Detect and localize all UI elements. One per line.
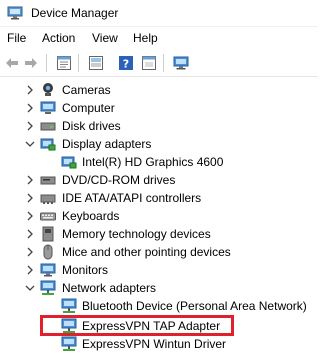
chevron-right-icon[interactable] xyxy=(24,190,36,206)
tree-item-label: Intel(R) HD Graphics 4600 xyxy=(82,155,224,169)
highlight-box xyxy=(40,315,234,336)
computer-icon xyxy=(40,101,56,114)
tree-item-monitors[interactable]: Monitors xyxy=(0,261,318,279)
chevron-right-icon[interactable] xyxy=(24,82,36,98)
chevron-down-icon[interactable] xyxy=(24,136,36,152)
tree-item-label: Keyboards xyxy=(62,209,120,223)
tree-item-label: ExpressVPN Wintun Driver xyxy=(82,337,227,351)
keyboard-icon xyxy=(40,212,56,221)
computer-scan-icon[interactable] xyxy=(173,55,189,71)
chevron-right-icon[interactable] xyxy=(24,172,36,188)
tree-item-expressvpn-wintun[interactable]: ExpressVPN Wintun Driver xyxy=(0,335,318,353)
chevron-right-icon[interactable] xyxy=(24,100,36,116)
menu-bar: File Action View Help xyxy=(0,27,318,49)
toolbar-separator xyxy=(46,54,47,72)
tree-item-label: Mice and other pointing devices xyxy=(62,245,231,259)
tree-item-bluetooth-pan[interactable]: Bluetooth Device (Personal Area Network) xyxy=(0,297,318,315)
tree-item-mice[interactable]: Mice and other pointing devices xyxy=(0,243,318,261)
properties-window-icon[interactable] xyxy=(141,55,157,71)
help-icon[interactable]: ? xyxy=(118,55,134,71)
tree-item-label: Bluetooth Device (Personal Area Network) xyxy=(82,299,307,313)
back-arrow-icon[interactable] xyxy=(4,55,20,71)
tree-item-label: Display adapters xyxy=(62,137,152,151)
toolbar: ? xyxy=(0,50,318,77)
tree-item-network-adapters[interactable]: Network adapters xyxy=(0,279,318,297)
svg-text:?: ? xyxy=(123,58,129,71)
toolbar-separator xyxy=(163,54,164,72)
tree-item-label: IDE ATA/ATAPI controllers xyxy=(62,191,202,205)
forward-arrow-icon[interactable] xyxy=(23,55,39,71)
menu-file[interactable]: File xyxy=(7,31,26,45)
chevron-right-icon[interactable] xyxy=(24,244,36,260)
title-bar: Device Manager xyxy=(0,0,318,26)
chevron-down-icon[interactable] xyxy=(24,280,36,296)
tree-item-label: Monitors xyxy=(62,263,109,277)
camera-icon xyxy=(43,83,53,96)
ide-controller-icon xyxy=(40,194,56,204)
chevron-right-icon[interactable] xyxy=(24,118,36,134)
device-manager-icon xyxy=(7,6,23,20)
tree-item-label: DVD/CD-ROM drives xyxy=(62,173,176,187)
tree-item-disk-drives[interactable]: Disk drives xyxy=(0,117,318,135)
tree-item-ide-controllers[interactable]: IDE ATA/ATAPI controllers xyxy=(0,189,318,207)
tree-item-label: Network adapters xyxy=(62,281,157,295)
update-driver-icon[interactable] xyxy=(88,55,104,71)
dvd-drive-icon xyxy=(40,176,56,185)
menu-help[interactable]: Help xyxy=(133,31,158,45)
tree-item-label: Computer xyxy=(62,101,115,115)
chevron-right-icon[interactable] xyxy=(24,208,36,224)
tree-item-intel-hd-graphics[interactable]: Intel(R) HD Graphics 4600 xyxy=(0,153,318,171)
toolbar-separator xyxy=(78,54,79,72)
tree-item-label: Disk drives xyxy=(62,119,121,133)
disk-drive-icon xyxy=(40,122,56,131)
tree-item-display-adapters[interactable]: Display adapters xyxy=(0,135,318,153)
menu-action[interactable]: Action xyxy=(42,31,75,45)
chevron-right-icon[interactable] xyxy=(24,262,36,278)
tree-item-memory-devices[interactable]: Memory technology devices xyxy=(0,225,318,243)
window-title: Device Manager xyxy=(31,6,119,20)
network-adapter-icon xyxy=(40,280,56,295)
memory-device-icon xyxy=(42,226,54,242)
properties-icon[interactable] xyxy=(56,55,72,71)
network-adapter-icon xyxy=(61,298,77,313)
device-tree: Cameras Computer Disk drives Display ada… xyxy=(0,79,318,353)
menu-view[interactable]: View xyxy=(92,31,118,45)
tree-item-cameras[interactable]: Cameras xyxy=(0,81,318,99)
monitor-icon xyxy=(40,263,56,277)
tree-item-label: Cameras xyxy=(62,83,111,97)
tree-item-keyboards[interactable]: Keyboards xyxy=(0,207,318,225)
chevron-right-icon[interactable] xyxy=(24,226,36,242)
tree-item-dvd-drives[interactable]: DVD/CD-ROM drives xyxy=(0,171,318,189)
display-adapter-icon xyxy=(40,138,56,151)
network-adapter-icon xyxy=(61,336,77,351)
tree-item-computer[interactable]: Computer xyxy=(0,99,318,117)
tree-item-label: Memory technology devices xyxy=(62,227,211,241)
mouse-icon xyxy=(43,244,53,260)
display-adapter-icon xyxy=(61,156,77,169)
